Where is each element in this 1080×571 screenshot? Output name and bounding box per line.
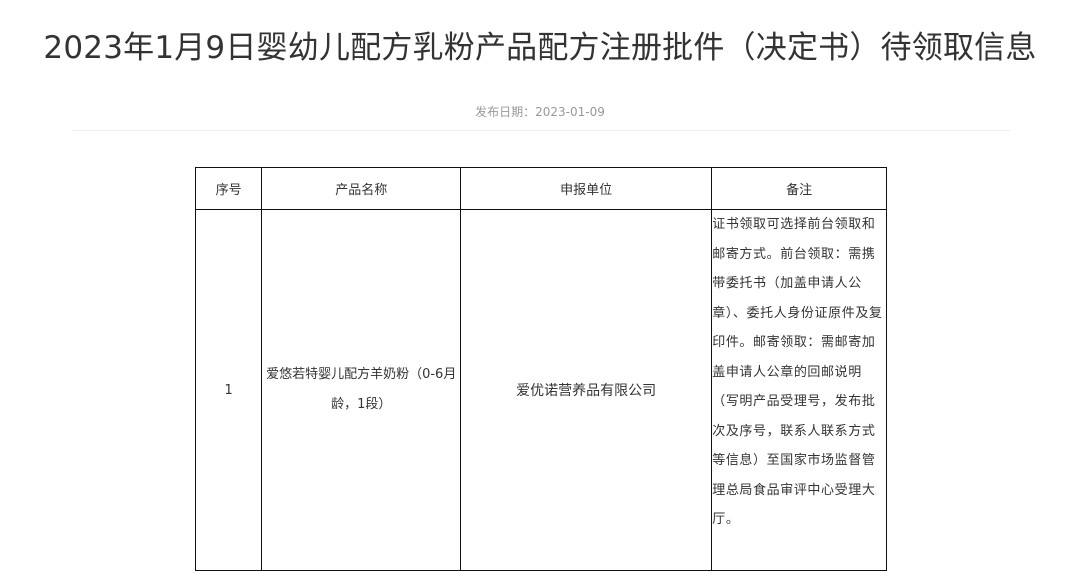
header-divider xyxy=(72,130,1010,131)
cell-no: 1 xyxy=(194,209,263,571)
table-row: 1 爱悠若特婴儿配方羊奶粉（0-6月龄，1段） 爱优诺营养品有限公司 证书领取可… xyxy=(194,209,887,571)
header-applicant: 申报单位 xyxy=(460,167,713,210)
publish-date: 发布日期：2023-01-09 xyxy=(475,105,605,119)
header-note: 备注 xyxy=(711,167,887,210)
header-no: 序号 xyxy=(194,167,263,210)
header-product-name: 产品名称 xyxy=(261,167,462,210)
cell-note: 证书领取可选择前台领取和邮寄方式。前台领取：需携带委托书（加盖申请人公章）、委托… xyxy=(711,209,887,571)
cell-applicant: 爱优诺营养品有限公司 xyxy=(460,209,713,571)
page-title: 2023年1月9日婴幼儿配方乳粉产品配方注册批件（决定书）待领取信息 xyxy=(43,30,1037,66)
table-header-row: 序号 产品名称 申报单位 备注 xyxy=(194,167,887,210)
pickup-info-table: 序号 产品名称 申报单位 备注 1 爱悠若特婴儿配方羊奶粉（0-6月龄，1段） … xyxy=(194,167,887,571)
cell-product-name: 爱悠若特婴儿配方羊奶粉（0-6月龄，1段） xyxy=(261,209,462,571)
